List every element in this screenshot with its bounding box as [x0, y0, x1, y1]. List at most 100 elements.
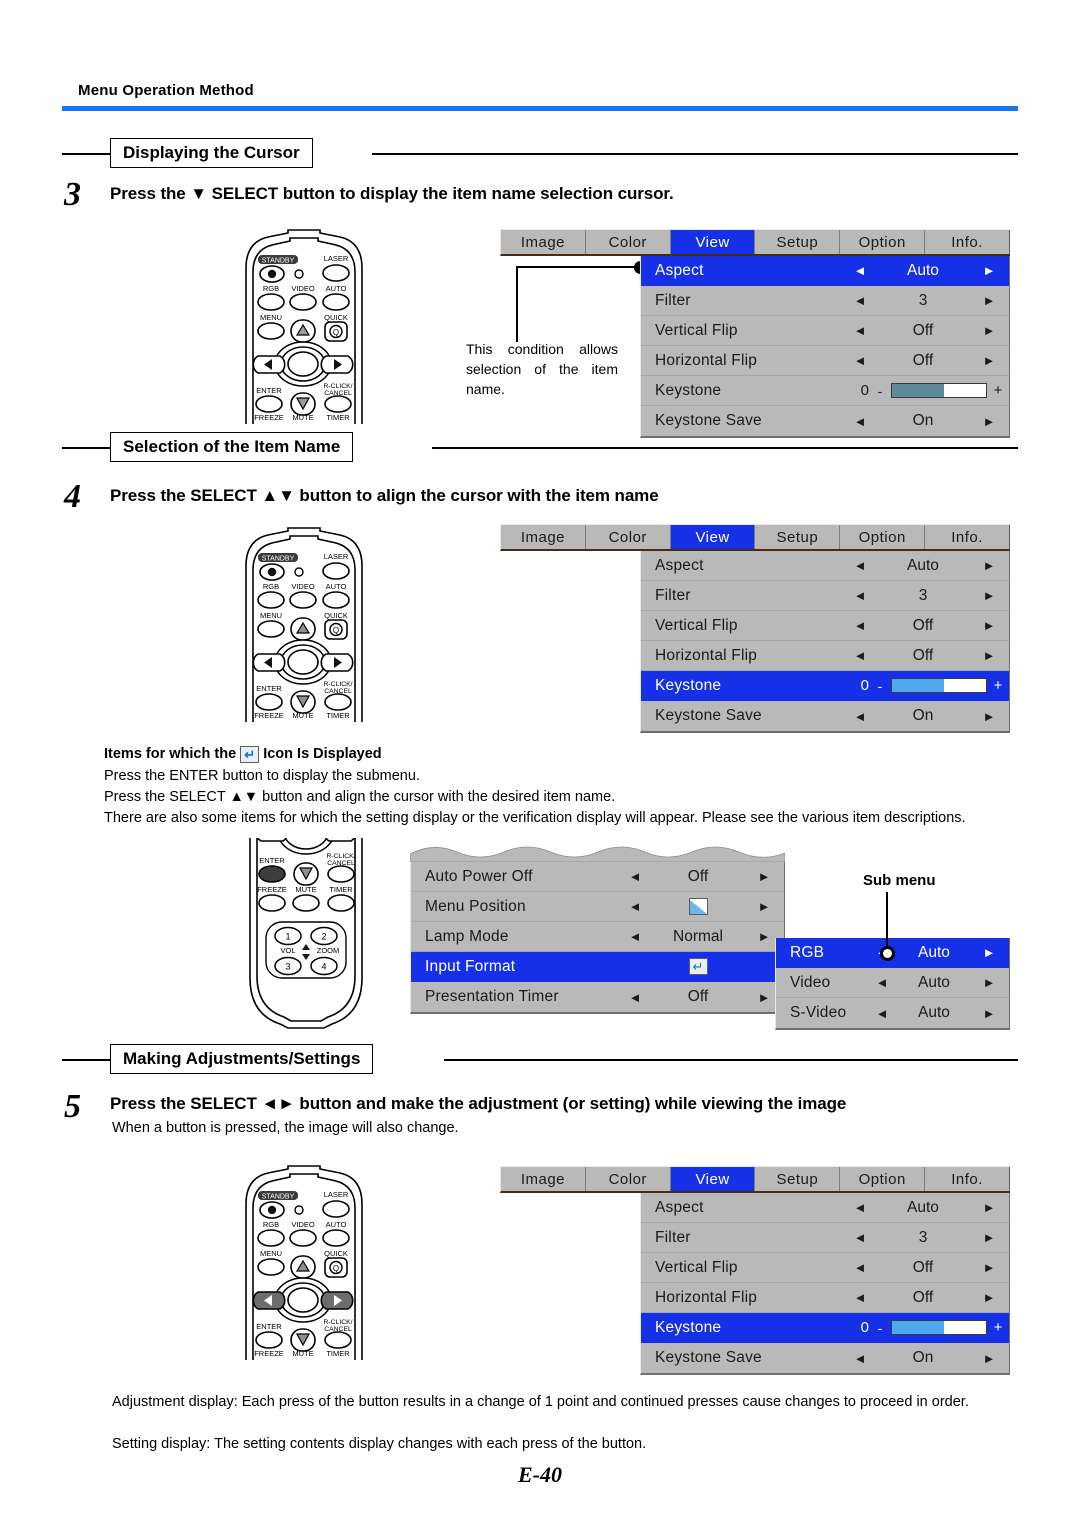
left-arrow-icon[interactable]: ◄ [843, 648, 877, 663]
osd-row-horizontal-flip[interactable]: Horizontal Flip ◄ Off ► [641, 346, 1009, 376]
osd-setup-menu-wavy[interactable]: Auto Power Off ◄ Off ► Menu Position ◄ ►… [410, 846, 785, 1014]
osd-tab-setup[interactable]: Setup [755, 230, 841, 254]
osd-view-menu-step3[interactable]: Image Color View Setup Option Info. Aspe… [500, 229, 1010, 438]
keystone-slider[interactable] [891, 383, 987, 398]
osd-row-keystone[interactable]: Keystone 0 - + [641, 671, 1009, 701]
left-arrow-icon[interactable]: ◄ [843, 323, 877, 338]
left-arrow-icon[interactable]: ◄ [843, 414, 877, 429]
osd-tab-option[interactable]: Option [840, 525, 926, 549]
right-arrow-icon[interactable]: ► [969, 1290, 1009, 1305]
osd-tab-option[interactable]: Option [840, 230, 926, 254]
osd-row-aspect[interactable]: Aspect ◄ Auto ► [641, 551, 1009, 581]
osd-tab-info[interactable]: Info. [925, 230, 1010, 254]
osd-tab-image[interactable]: Image [501, 230, 586, 254]
osd-tab-bar[interactable]: Image Color View Setup Option Info. [500, 229, 1010, 256]
right-arrow-icon[interactable]: ► [969, 709, 1009, 724]
right-arrow-icon[interactable]: ► [969, 263, 1009, 278]
osd-row-keystone[interactable]: Keystone 0 - + [641, 376, 1009, 406]
right-arrow-icon[interactable]: ► [969, 293, 1009, 308]
osd-tab-view[interactable]: View [670, 1167, 756, 1191]
right-arrow-icon[interactable]: ► [969, 1006, 1009, 1021]
right-arrow-icon[interactable]: ► [969, 1260, 1009, 1275]
right-arrow-icon[interactable]: ► [969, 588, 1009, 603]
osd-row-label: Aspect [655, 261, 704, 279]
right-arrow-icon[interactable]: ► [969, 975, 1009, 990]
osd-tab-option[interactable]: Option [840, 1167, 926, 1191]
left-arrow-icon[interactable]: ◄ [843, 1290, 877, 1305]
left-arrow-icon[interactable]: ◄ [618, 990, 652, 1005]
osd-row-horizontal-flip[interactable]: Horizontal Flip ◄ Off ► [641, 641, 1009, 671]
left-arrow-icon[interactable]: ◄ [843, 263, 877, 278]
left-arrow-icon[interactable]: ◄ [618, 899, 652, 914]
osd-row-vertical-flip[interactable]: Vertical Flip ◄ Off ► [641, 611, 1009, 641]
left-arrow-icon[interactable]: ◄ [843, 709, 877, 724]
minus-icon[interactable]: - [869, 678, 891, 694]
osd-row-video[interactable]: Video ◄ Auto ► [776, 968, 1009, 998]
osd-tab-bar[interactable]: Image Color View Setup Option Info. [500, 524, 1010, 551]
left-arrow-icon[interactable]: ◄ [865, 1006, 899, 1021]
left-arrow-icon[interactable]: ◄ [843, 558, 877, 573]
right-arrow-icon[interactable]: ► [969, 323, 1009, 338]
right-arrow-icon[interactable]: ► [969, 618, 1009, 633]
right-arrow-icon[interactable]: ► [969, 1230, 1009, 1245]
right-arrow-icon[interactable]: ► [744, 869, 784, 884]
plus-icon[interactable]: + [987, 677, 1009, 694]
left-arrow-icon[interactable]: ◄ [843, 1351, 877, 1366]
osd-row-filter[interactable]: Filter ◄ 3 ► [641, 286, 1009, 316]
osd-tab-color[interactable]: Color [586, 1167, 671, 1191]
osd-row-keystone-save[interactable]: Keystone Save ◄ On ► [641, 1343, 1009, 1373]
right-arrow-icon[interactable]: ► [969, 414, 1009, 429]
right-arrow-icon[interactable]: ► [969, 558, 1009, 573]
left-arrow-icon[interactable]: ◄ [843, 618, 877, 633]
plus-icon[interactable]: + [987, 1319, 1009, 1336]
osd-tab-color[interactable]: Color [586, 230, 671, 254]
osd-row-auto-power-off[interactable]: Auto Power Off ◄ Off ► [411, 862, 784, 892]
keystone-slider[interactable] [891, 678, 987, 693]
right-arrow-icon[interactable]: ► [969, 1351, 1009, 1366]
osd-tab-image[interactable]: Image [501, 525, 586, 549]
left-arrow-icon[interactable]: ◄ [843, 1230, 877, 1245]
osd-row-horizontal-flip[interactable]: Horizontal Flip ◄ Off ► [641, 1283, 1009, 1313]
left-arrow-icon[interactable]: ◄ [843, 1260, 877, 1275]
osd-row-menu-position[interactable]: Menu Position ◄ ► [411, 892, 784, 922]
left-arrow-icon[interactable]: ◄ [843, 353, 877, 368]
osd-row-keystone[interactable]: Keystone 0 - + [641, 1313, 1009, 1343]
osd-tab-info[interactable]: Info. [925, 1167, 1010, 1191]
plus-icon[interactable]: + [987, 382, 1009, 399]
left-arrow-icon[interactable]: ◄ [843, 588, 877, 603]
osd-row-aspect[interactable]: Aspect ◄ Auto ► [641, 256, 1009, 286]
minus-icon[interactable]: - [869, 1320, 891, 1336]
osd-row-vertical-flip[interactable]: Vertical Flip ◄ Off ► [641, 1253, 1009, 1283]
left-arrow-icon[interactable]: ◄ [618, 869, 652, 884]
right-arrow-icon[interactable]: ► [969, 648, 1009, 663]
osd-row-svideo[interactable]: S-Video ◄ Auto ► [776, 998, 1009, 1028]
minus-icon[interactable]: - [869, 383, 891, 399]
osd-row-keystone-save[interactable]: Keystone Save ◄ On ► [641, 701, 1009, 731]
osd-view-menu-step4[interactable]: Image Color View Setup Option Info. Aspe… [500, 524, 1010, 733]
osd-tab-setup[interactable]: Setup [755, 1167, 841, 1191]
left-arrow-icon[interactable]: ◄ [843, 1200, 877, 1215]
osd-tab-view[interactable]: View [670, 525, 756, 549]
osd-tab-setup[interactable]: Setup [755, 525, 841, 549]
osd-row-vertical-flip[interactable]: Vertical Flip ◄ Off ► [641, 316, 1009, 346]
osd-tab-bar[interactable]: Image Color View Setup Option Info. [500, 1166, 1010, 1193]
right-arrow-icon[interactable]: ► [969, 945, 1009, 960]
osd-row-presentation-timer[interactable]: Presentation Timer ◄ Off ► [411, 982, 784, 1012]
osd-row-lamp-mode[interactable]: Lamp Mode ◄ Normal ► [411, 922, 784, 952]
osd-tab-view[interactable]: View [670, 230, 756, 254]
left-arrow-icon[interactable]: ◄ [618, 929, 652, 944]
osd-row-filter[interactable]: Filter ◄ 3 ► [641, 581, 1009, 611]
osd-row-filter[interactable]: Filter ◄ 3 ► [641, 1223, 1009, 1253]
osd-tab-color[interactable]: Color [586, 525, 671, 549]
osd-row-input-format[interactable]: Input Format ↵ [411, 952, 784, 982]
left-arrow-icon[interactable]: ◄ [843, 293, 877, 308]
osd-tab-image[interactable]: Image [501, 1167, 586, 1191]
osd-tab-info[interactable]: Info. [925, 525, 1010, 549]
osd-row-aspect[interactable]: Aspect ◄ Auto ► [641, 1193, 1009, 1223]
osd-view-menu-step5[interactable]: Image Color View Setup Option Info. Aspe… [500, 1166, 1010, 1375]
right-arrow-icon[interactable]: ► [969, 1200, 1009, 1215]
keystone-slider[interactable] [891, 1320, 987, 1335]
left-arrow-icon[interactable]: ◄ [865, 975, 899, 990]
right-arrow-icon[interactable]: ► [969, 353, 1009, 368]
right-arrow-icon[interactable]: ► [744, 899, 784, 914]
